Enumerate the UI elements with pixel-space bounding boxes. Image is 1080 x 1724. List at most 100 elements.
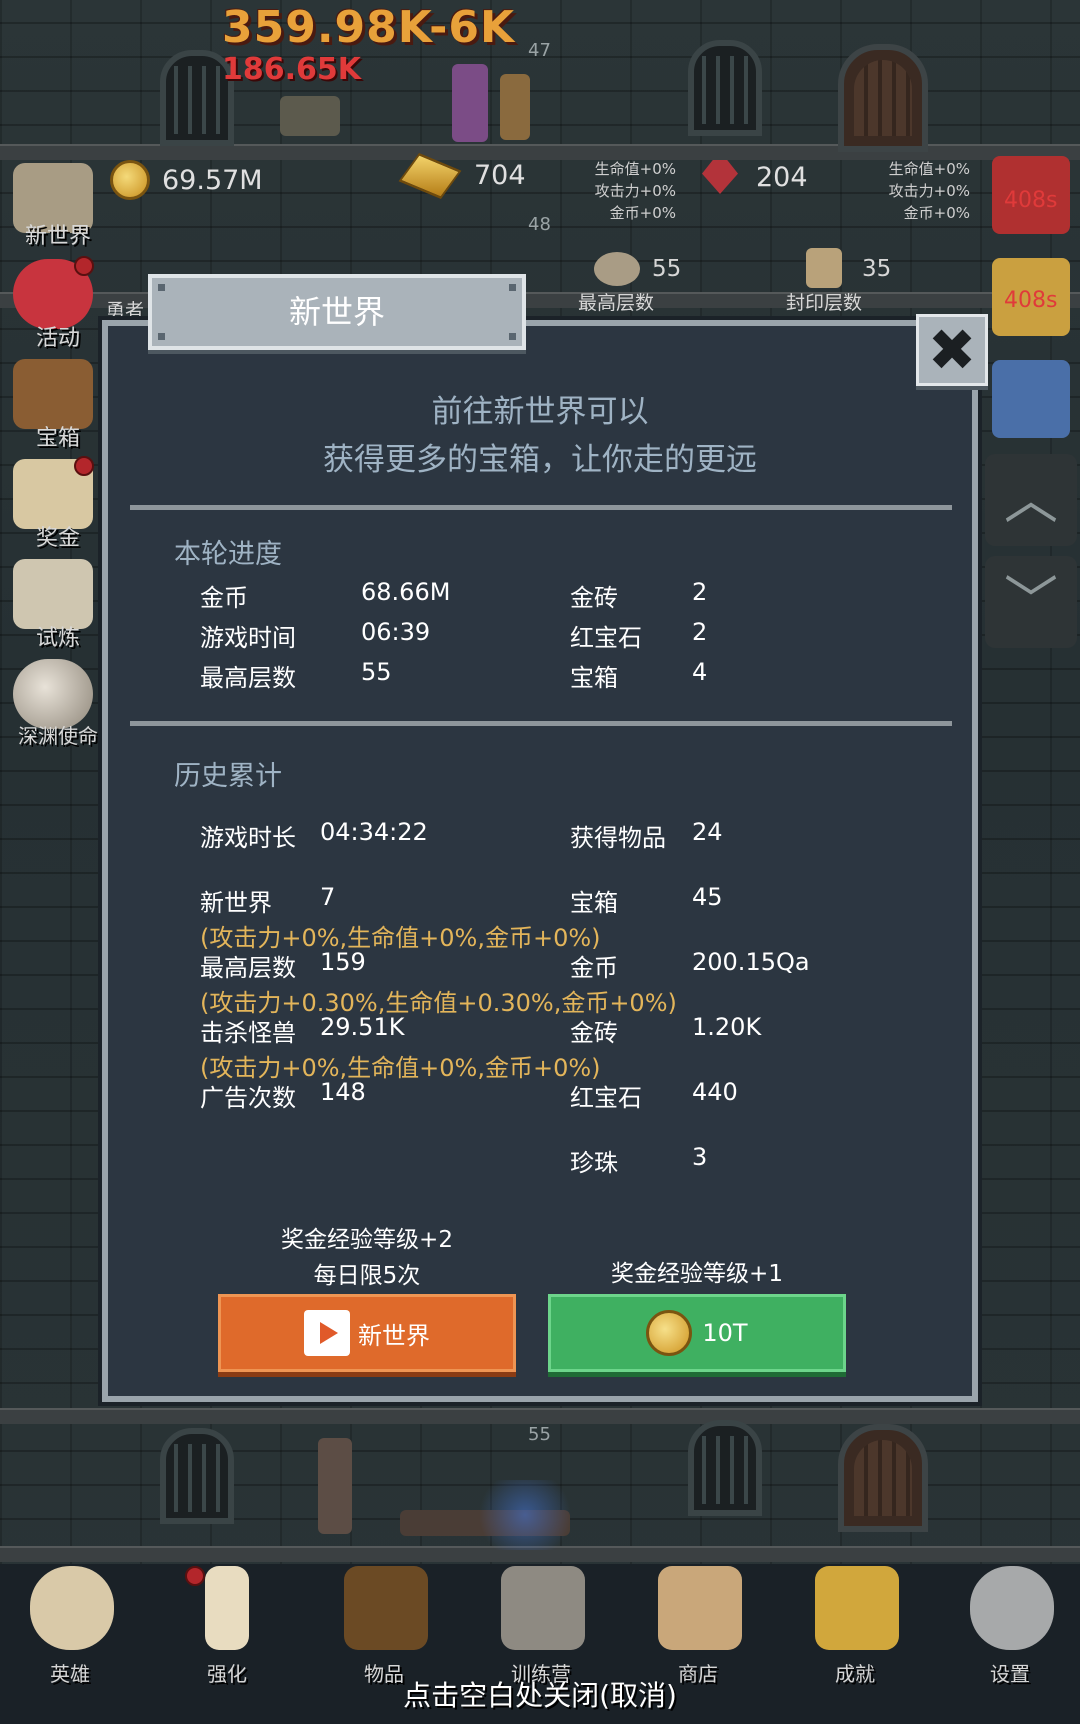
blue-glow-effect — [470, 1480, 580, 1550]
notification-dot — [74, 256, 94, 276]
round-coins-label: 金币 — [200, 584, 248, 612]
rivet — [158, 284, 165, 291]
highest-floor-label: 最高层数 — [578, 292, 655, 314]
feather-icon — [13, 559, 93, 629]
history-kills-label: 击杀怪兽 — [200, 1019, 296, 1047]
history-maxfloor-label: 最高层数 — [200, 954, 296, 982]
scroll-down-button[interactable]: ﹀ — [985, 556, 1077, 648]
tap-outside-close-hint: 点击空白处关闭(取消) — [403, 1679, 677, 1712]
round-progress-title: 本轮进度 — [174, 539, 282, 570]
nav-settings[interactable]: 设置 — [940, 1566, 1080, 1686]
lantern-icon — [501, 1566, 585, 1650]
floor-number: 55 — [528, 1424, 551, 1445]
pay-coins-new-world-button[interactable]: 10T — [548, 1294, 846, 1372]
rivet — [158, 333, 165, 340]
enemy-sprite — [280, 96, 340, 136]
side-menu-trial[interactable]: 试炼 — [8, 554, 98, 651]
history-items-value: 24 — [692, 818, 723, 846]
section-divider — [130, 505, 952, 510]
nav-items[interactable]: 物品 — [314, 1566, 454, 1686]
close-button[interactable]: ✖ — [916, 314, 988, 386]
side-menu-abyss-mission[interactable]: 深渊使命 — [8, 654, 98, 748]
round-coins-value: 68.66M — [361, 578, 451, 606]
round-floor-label: 最高层数 — [200, 664, 296, 692]
nav-heroes[interactable]: 英雄 — [0, 1566, 140, 1686]
watch-ad-new-world-button[interactable]: 新世界 — [218, 1294, 516, 1372]
nav-training-camp[interactable]: 训练营 — [471, 1566, 611, 1686]
floor-number: 47 — [528, 40, 551, 61]
history-coins-label: 金币 — [570, 954, 618, 982]
side-menu-new-world[interactable]: 新世界 — [8, 158, 98, 249]
nav-achievements[interactable]: 成就 — [785, 1566, 925, 1686]
history-newworld-label: 新世界 — [200, 889, 272, 917]
skull-icon — [30, 1566, 114, 1650]
coin-reward-caption: 奖金经验等级+1 — [611, 1261, 783, 1287]
history-kills-value: 29.51K — [320, 1013, 405, 1041]
history-items-label: 获得物品 — [570, 824, 666, 852]
round-chest-label: 宝箱 — [570, 664, 618, 692]
beer-mug-icon — [658, 1566, 742, 1650]
chevron-up-icon: ︿ — [1004, 468, 1058, 531]
scroll-up-button[interactable]: ︿ — [985, 454, 1077, 546]
damage-number-small: 186.65K — [222, 52, 362, 87]
highest-floor-value: 55 — [652, 256, 682, 282]
treasure-chest-icon — [13, 359, 93, 429]
ruby-bonus-stats: 生命值+0% 攻击力+0% 金币+0% — [888, 160, 970, 222]
nav-shop[interactable]: 商店 — [628, 1566, 768, 1686]
floor-ledge — [0, 1408, 1080, 1424]
dialog-title: 新世界 — [288, 293, 385, 331]
game-scene[interactable]: 47 48 55 359.98K-6K 186.65K 69.57M 704 生… — [0, 0, 1080, 1724]
chevron-down-icon: ﹀ — [1004, 570, 1058, 633]
round-goldbar-label: 金砖 — [570, 584, 618, 612]
dungeon-door — [838, 1424, 928, 1532]
history-pearl-value: 3 — [692, 1143, 708, 1171]
history-newworld-value: 7 — [320, 883, 336, 911]
pearl-icon — [13, 659, 93, 729]
history-playtime-label: 游戏时长 — [200, 824, 296, 852]
history-ruby-label: 红宝石 — [570, 1084, 642, 1112]
coin-counter: 69.57M — [110, 160, 263, 200]
ad-reward-caption-2: 每日限5次 — [313, 1263, 421, 1289]
sealed-floor-value: 35 — [862, 256, 892, 282]
side-menu-bonus[interactable]: 奖金 — [8, 454, 98, 551]
gear-icon — [970, 1566, 1054, 1650]
nav-upgrade[interactable]: 强化 — [157, 1566, 297, 1686]
scroll-event-icon[interactable] — [992, 360, 1070, 438]
coin-icon — [646, 1310, 693, 1356]
history-ads-label: 广告次数 — [200, 1084, 296, 1112]
round-chest-value: 4 — [692, 658, 708, 686]
side-menu-chest[interactable]: 宝箱 — [8, 354, 98, 451]
close-icon: ✖ — [927, 316, 977, 384]
scroll-icon — [806, 248, 842, 288]
round-time-label: 游戏时间 — [200, 624, 296, 652]
warrior-hero-sprite — [500, 74, 530, 140]
history-chest-label: 宝箱 — [570, 889, 618, 917]
candle-icon — [205, 1566, 249, 1650]
damage-number: 359.98K-6K — [222, 2, 516, 53]
sealed-floor-label: 封印层数 — [786, 292, 863, 314]
event-timer: 408s — [1004, 288, 1058, 313]
rivet — [509, 284, 516, 291]
history-pearl-label: 珍珠 — [570, 1149, 618, 1177]
floor-number: 48 — [528, 214, 551, 235]
history-coins-value: 200.15Qa — [692, 948, 810, 976]
notification-dot — [74, 456, 94, 476]
barred-window — [160, 1428, 234, 1524]
event-timer: 408s — [1004, 188, 1058, 213]
history-goldbar-label: 金砖 — [570, 1019, 618, 1047]
round-ruby-value: 2 — [692, 618, 708, 646]
gold-bonus-stats: 生命值+0% 攻击力+0% 金币+0% — [594, 160, 676, 222]
section-divider — [130, 721, 952, 726]
coin-icon — [110, 160, 150, 200]
barred-window — [688, 40, 762, 136]
round-ruby-label: 红宝石 — [570, 624, 642, 652]
round-goldbar-value: 2 — [692, 578, 708, 606]
history-title: 历史累计 — [174, 761, 282, 792]
book-icon — [344, 1566, 428, 1650]
round-floor-value: 55 — [361, 658, 392, 686]
history-goldbar-value: 1.20K — [692, 1013, 762, 1041]
notification-dot — [185, 1566, 205, 1586]
side-menu-event[interactable]: 活动 — [8, 254, 98, 351]
hero-label: 勇者 — [106, 300, 145, 322]
dungeon-door — [838, 44, 928, 152]
